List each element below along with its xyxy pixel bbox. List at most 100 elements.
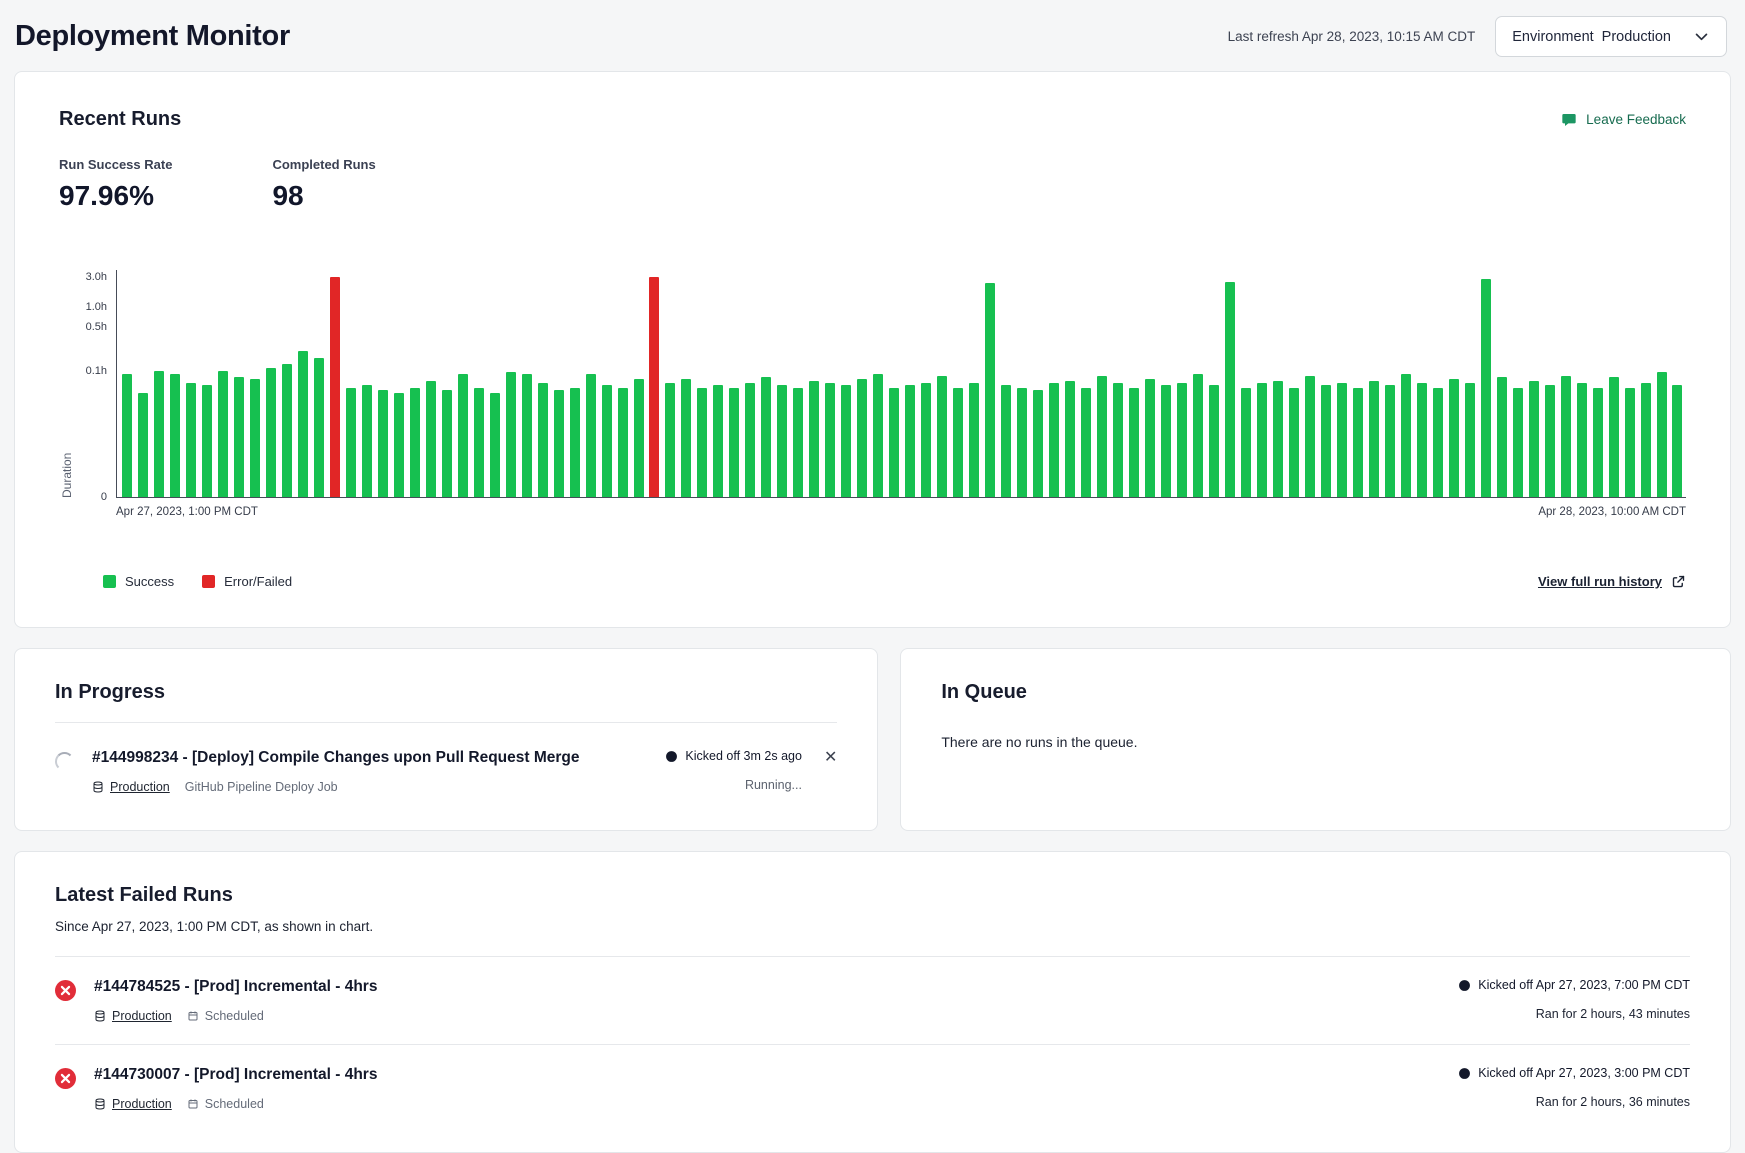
run-bar-success[interactable] xyxy=(618,388,628,497)
run-bar-success[interactable] xyxy=(602,385,612,497)
run-bar-success[interactable] xyxy=(1113,383,1123,497)
run-bar-success[interactable] xyxy=(170,374,180,497)
run-bar-success[interactable] xyxy=(394,393,404,497)
run-bar-success[interactable] xyxy=(1497,377,1507,497)
run-bar-success[interactable] xyxy=(282,364,292,497)
run-bar-success[interactable] xyxy=(122,374,132,497)
run-bar-success[interactable] xyxy=(1513,388,1523,497)
run-bar-success[interactable] xyxy=(1337,383,1347,497)
run-bar-success[interactable] xyxy=(506,372,516,497)
run-bar-success[interactable] xyxy=(953,388,963,497)
run-bar-success[interactable] xyxy=(234,377,244,497)
run-bar-failed[interactable] xyxy=(649,277,659,497)
run-bar-success[interactable] xyxy=(522,374,532,497)
run-bar-success[interactable] xyxy=(1609,377,1619,497)
run-bar-success[interactable] xyxy=(985,283,995,497)
run-bar-success[interactable] xyxy=(458,374,468,497)
run-bar-success[interactable] xyxy=(1049,383,1059,497)
run-bar-success[interactable] xyxy=(1225,282,1235,497)
run-bar-success[interactable] xyxy=(362,385,372,497)
view-full-run-history-link[interactable]: View full run history xyxy=(1538,574,1686,589)
run-bar-success[interactable] xyxy=(426,381,436,497)
run-bar-success[interactable] xyxy=(1129,388,1139,497)
run-bar-success[interactable] xyxy=(841,385,851,497)
run-bar-success[interactable] xyxy=(1672,385,1682,497)
run-bar-success[interactable] xyxy=(298,351,308,497)
run-bar-success[interactable] xyxy=(1577,383,1587,497)
run-bar-success[interactable] xyxy=(1161,385,1171,497)
run-bar-success[interactable] xyxy=(1305,376,1315,497)
run-bar-success[interactable] xyxy=(1193,374,1203,497)
run-bar-success[interactable] xyxy=(1369,381,1379,497)
run-bar-success[interactable] xyxy=(1145,379,1155,497)
run-bar-success[interactable] xyxy=(1081,388,1091,497)
run-bar-success[interactable] xyxy=(1481,279,1491,497)
run-bar-success[interactable] xyxy=(1289,388,1299,497)
run-bar-success[interactable] xyxy=(761,377,771,497)
run-bar-success[interactable] xyxy=(921,383,931,497)
run-bar-success[interactable] xyxy=(346,388,356,497)
run-bar-success[interactable] xyxy=(729,388,739,497)
run-bar-failed[interactable] xyxy=(330,277,340,497)
run-bar-success[interactable] xyxy=(266,368,276,497)
run-bar-success[interactable] xyxy=(1097,376,1107,497)
close-icon[interactable]: ✕ xyxy=(824,750,837,766)
run-bar-success[interactable] xyxy=(138,393,148,497)
run-bar-success[interactable] xyxy=(873,374,883,497)
run-bar-success[interactable] xyxy=(1433,388,1443,497)
run-bar-success[interactable] xyxy=(1353,388,1363,497)
run-bar-success[interactable] xyxy=(825,383,835,497)
run-bar-success[interactable] xyxy=(218,371,228,497)
run-bar-success[interactable] xyxy=(937,376,947,497)
run-bar-success[interactable] xyxy=(1209,385,1219,497)
run-bar-success[interactable] xyxy=(969,383,979,497)
run-bar-success[interactable] xyxy=(1561,376,1571,497)
run-bar-success[interactable] xyxy=(378,390,388,497)
run-bar-success[interactable] xyxy=(1593,388,1603,497)
run-bar-success[interactable] xyxy=(1545,385,1555,497)
environment-link[interactable]: Production xyxy=(92,780,170,794)
run-bar-success[interactable] xyxy=(1241,388,1251,497)
run-bar-success[interactable] xyxy=(442,390,452,497)
run-bar-success[interactable] xyxy=(1257,383,1267,497)
run-bar-success[interactable] xyxy=(1033,390,1043,497)
run-bar-success[interactable] xyxy=(1625,388,1635,497)
run-bar-success[interactable] xyxy=(1465,383,1475,497)
run-bar-success[interactable] xyxy=(1529,381,1539,497)
run-bar-success[interactable] xyxy=(586,374,596,497)
environment-link[interactable]: Production xyxy=(94,1097,172,1111)
environment-link[interactable]: Production xyxy=(94,1009,172,1023)
run-bar-success[interactable] xyxy=(1657,372,1667,497)
run-bar-success[interactable] xyxy=(793,388,803,497)
run-bar-success[interactable] xyxy=(1177,383,1187,497)
environment-select[interactable]: Environment Production xyxy=(1495,16,1727,57)
run-bar-success[interactable] xyxy=(777,385,787,497)
run-bar-success[interactable] xyxy=(1385,385,1395,497)
run-bar-success[interactable] xyxy=(634,379,644,497)
run-bar-success[interactable] xyxy=(1641,383,1651,497)
run-bar-success[interactable] xyxy=(1273,381,1283,497)
run-bar-success[interactable] xyxy=(697,388,707,497)
run-bar-success[interactable] xyxy=(1417,383,1427,497)
run-bar-success[interactable] xyxy=(1017,388,1027,497)
run-bar-success[interactable] xyxy=(681,379,691,497)
run-bar-success[interactable] xyxy=(809,381,819,497)
run-bar-success[interactable] xyxy=(1401,374,1411,497)
run-bar-success[interactable] xyxy=(905,385,915,497)
leave-feedback-link[interactable]: Leave Feedback xyxy=(1561,112,1686,128)
run-bar-success[interactable] xyxy=(1449,379,1459,497)
run-bar-success[interactable] xyxy=(538,383,548,497)
run-bar-success[interactable] xyxy=(490,393,500,497)
run-bar-success[interactable] xyxy=(250,379,260,497)
run-bar-success[interactable] xyxy=(1001,385,1011,497)
run-bar-success[interactable] xyxy=(410,388,420,497)
run-bar-success[interactable] xyxy=(202,385,212,497)
run-bar-success[interactable] xyxy=(857,379,867,497)
run-bar-success[interactable] xyxy=(1321,385,1331,497)
run-bar-success[interactable] xyxy=(889,388,899,497)
run-bar-success[interactable] xyxy=(474,388,484,497)
run-bar-success[interactable] xyxy=(665,383,675,497)
run-bar-success[interactable] xyxy=(154,371,164,497)
run-bar-success[interactable] xyxy=(1065,381,1075,497)
run-bar-success[interactable] xyxy=(554,390,564,497)
